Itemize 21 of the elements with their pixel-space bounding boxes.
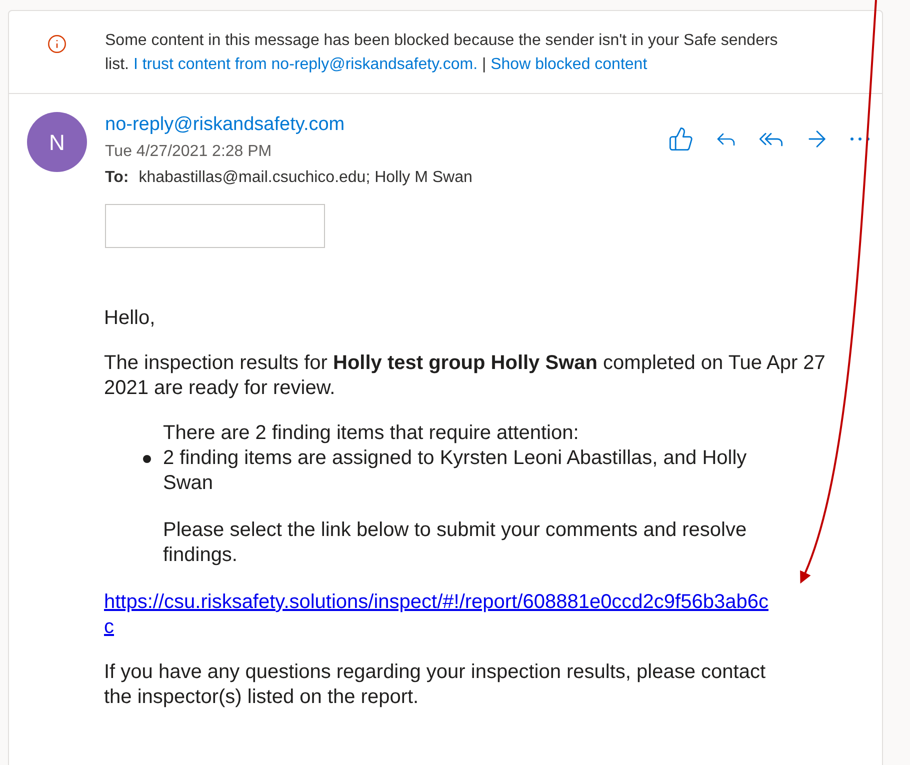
report-link[interactable]: https://csu.risksafety.solutions/inspect/#!/report/608881e0ccd2c9f56b3ab6cc	[104, 590, 770, 640]
greeting: Hello,	[104, 306, 156, 331]
like-button[interactable]	[668, 126, 694, 152]
more-icon	[850, 137, 870, 141]
closing-paragraph: If you have any questions regarding your inspection results, please contact the inspector(s) listed on the report.	[104, 660, 767, 710]
blocked-content-notice: Some content in this message has been blocked because the sender isn't in your Safe senders list. I trust content from no-reply@riskandsafety.com. | Show blocked content	[105, 31, 779, 75]
recipients: khabastillas@mail.csuchico.edu; Holly M Swan	[138, 168, 472, 188]
to-label: To:	[105, 168, 129, 188]
more-actions-button[interactable]	[850, 137, 870, 141]
thumbs-up-icon	[668, 126, 694, 152]
info-icon	[47, 34, 67, 54]
finding-item: 2 finding items are assigned to Kyrsten Leoni Abastillas, and Holly Swan	[163, 446, 748, 496]
trust-sender-link[interactable]: I trust content from no-reply@riskandsafety.com.	[133, 56, 478, 73]
sender-address[interactable]: no-reply@riskandsafety.com	[105, 112, 668, 138]
message-date: Tue 4/27/2021 2:28 PM	[105, 142, 273, 162]
findings-intro: There are 2 finding items that require attention:	[163, 421, 580, 446]
intro-paragraph: The inspection results for Holly test group Holly Swan completed on Tue Apr 27 2021 are ready for review.	[104, 351, 826, 401]
instruction-paragraph: Please select the link below to submit your comments and resolve findings.	[163, 518, 748, 568]
show-blocked-content-link[interactable]: Show blocked content	[490, 56, 648, 73]
sender-avatar: N	[27, 112, 87, 172]
bullet-icon	[143, 455, 151, 463]
